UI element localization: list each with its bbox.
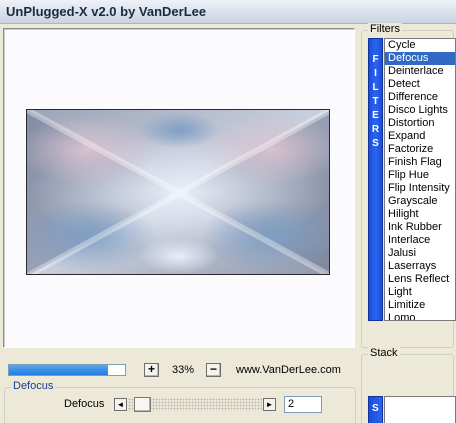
progress-bar — [8, 364, 126, 376]
stack-category-strip[interactable]: S — [368, 396, 383, 423]
filter-list-item[interactable]: Limitize — [385, 299, 455, 312]
filters-strip-letters: FILTERS — [369, 53, 382, 151]
parameter-value-field[interactable]: 2 — [284, 396, 322, 413]
filter-list-item[interactable]: Ink Rubber — [385, 221, 455, 234]
filters-strip-letter: L — [372, 82, 379, 93]
filter-list-item[interactable]: Jalusi — [385, 247, 455, 260]
filter-list-item[interactable]: Disco Lights — [385, 104, 455, 117]
filter-list-item[interactable]: Detect — [385, 78, 455, 91]
zoom-in-button[interactable]: + — [144, 363, 159, 377]
stack-group-title: Stack — [368, 347, 400, 359]
slider-thumb[interactable] — [134, 397, 151, 412]
filter-list-item[interactable]: Hilight — [385, 208, 455, 221]
filter-list-item[interactable]: Grayscale — [385, 195, 455, 208]
filter-list-item[interactable]: Flip Hue — [385, 169, 455, 182]
filter-list-item[interactable]: Deinterlace — [385, 65, 455, 78]
zoom-out-button[interactable]: − — [206, 363, 221, 377]
zoom-level: 33% — [171, 364, 195, 376]
stack-list[interactable] — [384, 396, 456, 423]
filter-list[interactable]: Cycle Defocus Deinterlace Detect Difference D… — [384, 38, 456, 321]
filter-list-item[interactable]: Difference — [385, 91, 455, 104]
website-link[interactable]: www.VanDerLee.com — [236, 364, 341, 376]
window-title: UnPlugged-X v2.0 by VanDerLee — [6, 4, 207, 19]
filters-strip-letter: T — [372, 96, 379, 107]
filters-strip-letter: E — [372, 110, 379, 121]
title-bar: UnPlugged-X v2.0 by VanDerLee — [0, 0, 456, 24]
filter-list-item[interactable]: Lomo — [385, 312, 455, 320]
parameter-group-title: Defocus — [11, 380, 56, 392]
filter-list-item[interactable]: Factorize — [385, 143, 455, 156]
slider-decrement-button[interactable]: ◄ — [114, 398, 127, 411]
filters-strip-letter: R — [371, 124, 380, 135]
filters-strip-letter: I — [374, 68, 377, 79]
progress-fill — [9, 365, 108, 375]
filter-list-item[interactable]: Flip Intensity — [385, 182, 455, 195]
filter-list-item[interactable]: Cycle — [385, 39, 455, 52]
parameter-label: Defocus — [64, 398, 105, 410]
filter-list-item[interactable]: Lens Reflect — [385, 273, 455, 286]
filters-group-title: Filters — [368, 23, 402, 35]
stack-strip-letter: S — [372, 403, 379, 414]
preview-image[interactable] — [26, 109, 330, 275]
filter-list-item[interactable]: Finish Flag — [385, 156, 455, 169]
filters-strip-letter: F — [372, 54, 379, 65]
filters-strip-letter: S — [372, 138, 379, 149]
filter-list-item[interactable]: Light — [385, 286, 455, 299]
filter-list-item[interactable]: Laserrays — [385, 260, 455, 273]
filters-category-strip[interactable]: FILTERS — [368, 38, 383, 321]
filter-list-item[interactable]: Expand — [385, 130, 455, 143]
filter-list-item[interactable]: Distortion — [385, 117, 455, 130]
preview-panel — [3, 28, 355, 348]
slider-increment-button[interactable]: ► — [263, 398, 276, 411]
filter-list-item[interactable]: Defocus — [385, 52, 455, 65]
filter-list-item[interactable]: Interlace — [385, 234, 455, 247]
